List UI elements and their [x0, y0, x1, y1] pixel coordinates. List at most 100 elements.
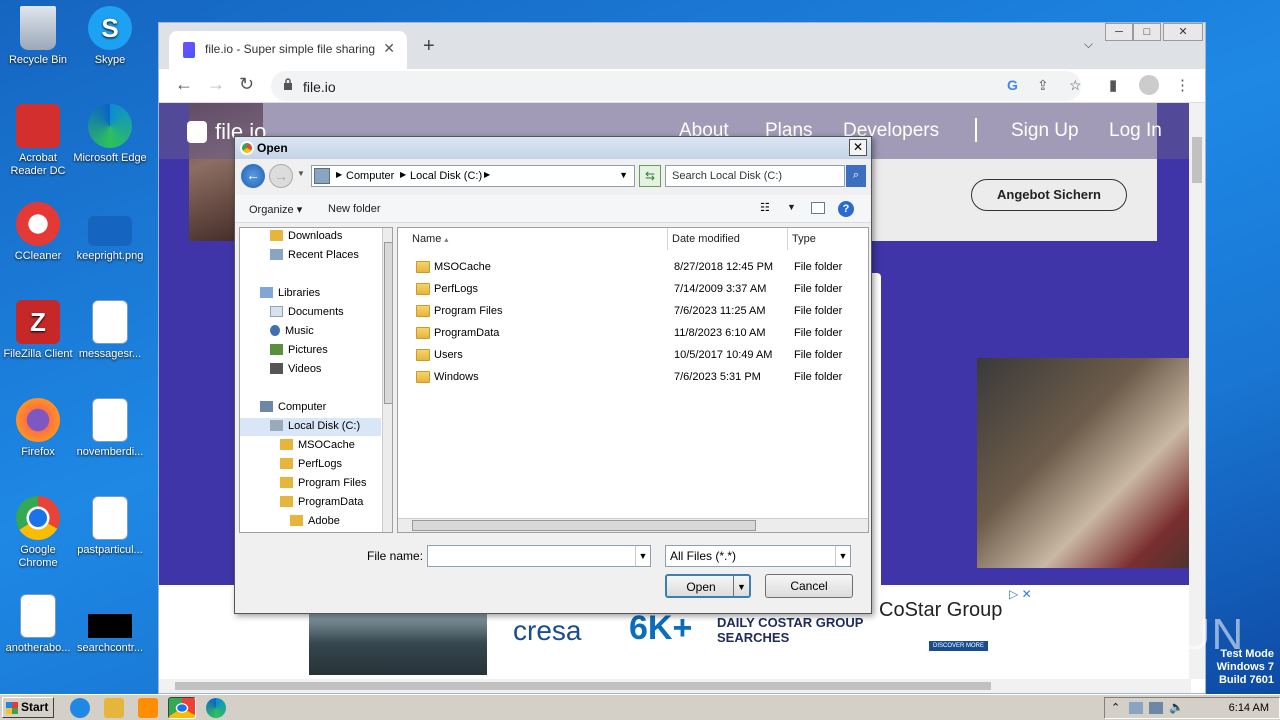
- view-dropdown-icon[interactable]: ▼: [787, 202, 796, 212]
- desktop-icon-filezilla[interactable]: Z FileZilla Client: [0, 300, 76, 361]
- file-row[interactable]: ProgramData 11/8/2023 6:10 AM File folder: [398, 322, 868, 344]
- desktop-icon-acrobat[interactable]: Acrobat Reader DC: [0, 104, 76, 178]
- open-button[interactable]: Open ▼: [665, 574, 751, 598]
- desktop-icon-firefox[interactable]: Firefox: [0, 398, 76, 459]
- tab-search-chevron-icon[interactable]: ⌵: [1084, 37, 1093, 52]
- scroll-thumb[interactable]: [1192, 137, 1202, 183]
- network-icon[interactable]: [1129, 702, 1143, 714]
- filter-dropdown-icon[interactable]: ▼: [835, 546, 850, 566]
- nav-local-disk[interactable]: Local Disk (C:): [240, 418, 381, 436]
- nav-computer[interactable]: Computer: [260, 401, 326, 413]
- google-icon[interactable]: G: [1007, 77, 1018, 93]
- nav-programdata[interactable]: ProgramData: [280, 496, 363, 508]
- nav-program-files[interactable]: Program Files: [280, 477, 366, 489]
- file-row[interactable]: PerfLogs 7/14/2009 3:37 AM File folder: [398, 278, 868, 300]
- kebab-menu-icon[interactable]: ⋮: [1175, 76, 1190, 94]
- close-window-button[interactable]: ✕: [1163, 23, 1203, 41]
- desktop-icon-november-doc[interactable]: novemberdi...: [72, 398, 148, 459]
- scroll-thumb[interactable]: [175, 682, 991, 690]
- minimize-button[interactable]: ─: [1105, 23, 1133, 41]
- explorer-icon[interactable]: [104, 698, 124, 718]
- new-tab-icon[interactable]: +: [423, 35, 435, 58]
- nav-documents[interactable]: Documents: [270, 306, 344, 318]
- nav-videos[interactable]: Videos: [270, 363, 321, 375]
- breadcrumb-sep-icon[interactable]: ▶: [336, 170, 342, 179]
- search-icon[interactable]: ⌕: [846, 165, 866, 187]
- nav-log-in[interactable]: Log In: [1109, 120, 1162, 142]
- address-bar[interactable]: file.io G ⇪ ☆: [271, 71, 1082, 101]
- column-type[interactable]: Type: [788, 228, 868, 250]
- scroll-thumb[interactable]: [412, 520, 756, 531]
- file-name-input[interactable]: [427, 545, 651, 567]
- tray-arrow-icon[interactable]: ⌃: [1111, 701, 1120, 714]
- breadcrumb-computer[interactable]: Computer: [346, 170, 394, 182]
- desktop-icon-messages-doc[interactable]: messagesr...: [72, 300, 148, 361]
- forward-arrow-icon[interactable]: →: [207, 74, 225, 95]
- file-row[interactable]: Windows 7/6/2023 5:31 PM File folder: [398, 366, 868, 388]
- desktop-icon-edge[interactable]: Microsoft Edge: [72, 104, 148, 165]
- bookmark-star-icon[interactable]: ☆: [1069, 77, 1082, 94]
- nav-music[interactable]: Music: [270, 325, 314, 337]
- desktop-icon-ccleaner[interactable]: CCleaner: [0, 202, 76, 263]
- maximize-button[interactable]: □: [1133, 23, 1161, 41]
- dialog-close-button[interactable]: ✕: [849, 139, 867, 156]
- nav-sign-up[interactable]: Sign Up: [1011, 120, 1079, 142]
- forward-arrow-icon[interactable]: →: [269, 164, 293, 188]
- side-panel-icon[interactable]: ▮: [1109, 76, 1117, 94]
- ad-cta[interactable]: DISCOVER MORE: [929, 641, 989, 651]
- file-row[interactable]: MSOCache 8/27/2018 12:45 PM File folder: [398, 256, 868, 278]
- desktop-icon-recycle-bin[interactable]: Recycle Bin: [0, 6, 76, 67]
- view-options-icon[interactable]: ☷: [760, 201, 774, 214]
- ad-close-icon[interactable]: ▷ ✕: [1009, 587, 1032, 601]
- nav-adobe[interactable]: Adobe: [290, 515, 340, 527]
- nav-pane-scrollbar[interactable]: [382, 228, 392, 532]
- refresh-icon[interactable]: ⇆: [639, 165, 661, 187]
- tab-close-icon[interactable]: ✕: [383, 40, 395, 57]
- nav-msocache[interactable]: MSOCache: [280, 439, 355, 451]
- file-row[interactable]: Users 10/5/2017 10:49 AM File folder: [398, 344, 868, 366]
- page-horizontal-scrollbar[interactable]: [159, 679, 1191, 693]
- nav-recent-places[interactable]: Recent Places: [270, 249, 359, 261]
- address-dropdown-icon[interactable]: ▼: [619, 170, 628, 180]
- new-folder-button[interactable]: New folder: [328, 203, 381, 215]
- breadcrumb-local-disk[interactable]: Local Disk (C:): [410, 170, 482, 182]
- clock[interactable]: 6:14 AM: [1229, 702, 1269, 714]
- nav-perflogs[interactable]: PerfLogs: [280, 458, 342, 470]
- cancel-button[interactable]: Cancel: [765, 574, 853, 598]
- edge-icon[interactable]: [206, 698, 226, 718]
- offer-button[interactable]: Angebot Sichern: [971, 179, 1127, 211]
- desktop-icon-pastparticul-doc[interactable]: pastparticul...: [72, 496, 148, 557]
- history-dropdown-icon[interactable]: ▼: [297, 169, 305, 178]
- volume-icon[interactable]: 🔈: [1169, 700, 1184, 714]
- desktop-icon-searchcontr[interactable]: searchcontr...: [72, 594, 148, 655]
- desktop-icon-keepright[interactable]: keepright.png: [72, 202, 148, 263]
- media-player-icon[interactable]: [138, 698, 158, 718]
- back-arrow-icon[interactable]: ←: [241, 164, 265, 188]
- page-vertical-scrollbar[interactable]: [1189, 103, 1205, 679]
- column-date-modified[interactable]: Date modified: [668, 228, 788, 250]
- breadcrumb-sep-icon[interactable]: ▶: [484, 170, 490, 179]
- monitor-icon[interactable]: [1149, 702, 1163, 714]
- organize-button[interactable]: Organize ▾: [249, 203, 302, 216]
- chrome-icon[interactable]: [168, 697, 196, 719]
- scroll-thumb[interactable]: [384, 242, 392, 404]
- breadcrumb-sep-icon[interactable]: ▶: [400, 170, 406, 179]
- desktop-icon-skype[interactable]: S Skype: [72, 6, 148, 67]
- nav-libraries[interactable]: Libraries: [260, 287, 320, 299]
- column-name[interactable]: Name ▴: [398, 228, 668, 250]
- dialog-titlebar[interactable]: Open ✕: [235, 137, 871, 159]
- breadcrumb[interactable]: ▶ Computer ▶ Local Disk (C:) ▶ ▼: [311, 165, 635, 187]
- help-icon[interactable]: ?: [838, 201, 854, 217]
- file-row[interactable]: Program Files 7/6/2023 11:25 AM File folde…: [398, 300, 868, 322]
- nav-downloads[interactable]: Downloads: [270, 230, 342, 242]
- profile-avatar-icon[interactable]: [1139, 75, 1159, 95]
- start-button[interactable]: Start: [2, 697, 54, 718]
- file-name-dropdown-icon[interactable]: ▼: [635, 546, 650, 566]
- reload-icon[interactable]: ↻: [239, 74, 254, 95]
- back-arrow-icon[interactable]: ←: [175, 74, 193, 95]
- browser-tab[interactable]: file.io - Super simple file sharing ✕: [169, 31, 407, 69]
- preview-pane-icon[interactable]: [811, 202, 825, 214]
- search-input[interactable]: Search Local Disk (C:): [665, 165, 845, 187]
- file-list-scrollbar[interactable]: [398, 518, 868, 532]
- nav-pictures[interactable]: Pictures: [270, 344, 328, 356]
